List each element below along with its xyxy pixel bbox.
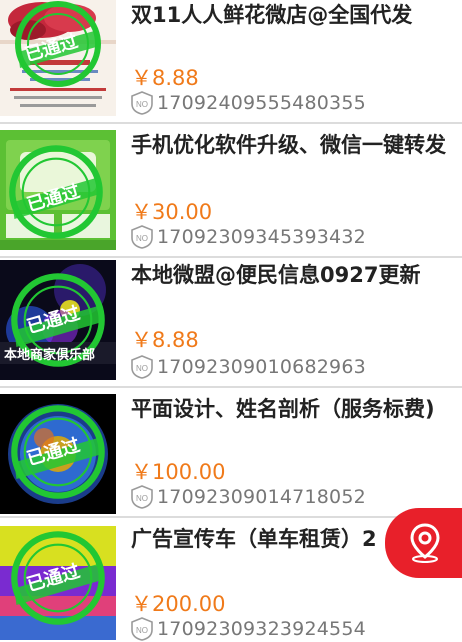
item-code: 17092309010682963 (157, 356, 366, 378)
list-item[interactable]: 已通过 平面设计、姓名剖析（服务标费) ￥100.00 NO 170923090… (0, 390, 462, 522)
item-code: 17092309323924554 (157, 618, 366, 640)
item-price: ￥8.88 (131, 328, 199, 352)
svg-text:NO: NO (136, 494, 148, 503)
no-badge-icon: NO (131, 91, 153, 115)
item-code: 17092409555480355 (157, 92, 366, 114)
item-price: ￥200.00 (131, 592, 226, 616)
item-title[interactable]: 平面设计、姓名剖析（服务标费) (131, 394, 449, 424)
no-badge-icon: NO (131, 225, 153, 249)
svg-text:NO: NO (136, 234, 148, 243)
no-badge-icon: NO (131, 617, 153, 641)
item-thumbnail[interactable]: 已通过 (0, 0, 116, 116)
item-code-row: NO 17092309323924554 (131, 616, 366, 642)
thumbnail-caption: 本地商家俱乐部 (4, 348, 96, 363)
item-title[interactable]: 手机优化软件升级、微信一键转发 (131, 130, 449, 160)
item-price: ￥100.00 (131, 460, 226, 484)
item-thumbnail[interactable]: 已通过 本地商家俱乐部 (0, 260, 116, 380)
no-badge-icon: NO (131, 485, 153, 509)
svg-text:NO: NO (136, 100, 148, 109)
no-badge-icon: NO (131, 355, 153, 379)
item-thumbnail[interactable]: 已通过 (0, 130, 116, 250)
list-item[interactable]: 已通过 手机优化软件升级、微信一键转发 ￥30.00 NO 1709230934… (0, 126, 462, 258)
svg-text:NO: NO (136, 626, 148, 635)
item-title[interactable]: 广告宣传车（单车租赁）2 (131, 524, 381, 554)
item-code-row: NO 17092309010682963 (131, 354, 366, 380)
location-fab-button[interactable] (385, 508, 462, 578)
list-item[interactable]: 已通过 双11人人鲜花微店@全国代发 ￥8.88 NO 170924095554… (0, 0, 462, 132)
svg-text:NO: NO (136, 364, 148, 373)
item-thumbnail[interactable]: 已通过 (0, 394, 116, 514)
divider (0, 256, 462, 258)
item-thumbnail[interactable]: 已通过 (0, 526, 116, 640)
divider (0, 386, 462, 388)
item-code-row: NO 17092409555480355 (131, 90, 366, 116)
item-title[interactable]: 本地微盟@便民信息0927更新 (131, 260, 449, 290)
divider (0, 516, 462, 518)
item-price: ￥8.88 (131, 66, 199, 90)
item-code-row: NO 17092309014718052 (131, 484, 366, 510)
list-item[interactable]: 已通过 本地商家俱乐部 本地微盟@便民信息0927更新 ￥8.88 NO 170… (0, 260, 462, 392)
item-code-row: NO 17092309345393432 (131, 224, 366, 250)
divider (0, 122, 462, 124)
item-code: 17092309345393432 (157, 226, 366, 248)
location-pin-icon (410, 523, 440, 563)
item-price: ￥30.00 (131, 200, 213, 224)
item-code: 17092309014718052 (157, 486, 366, 508)
item-title[interactable]: 双11人人鲜花微店@全国代发 (131, 0, 449, 30)
